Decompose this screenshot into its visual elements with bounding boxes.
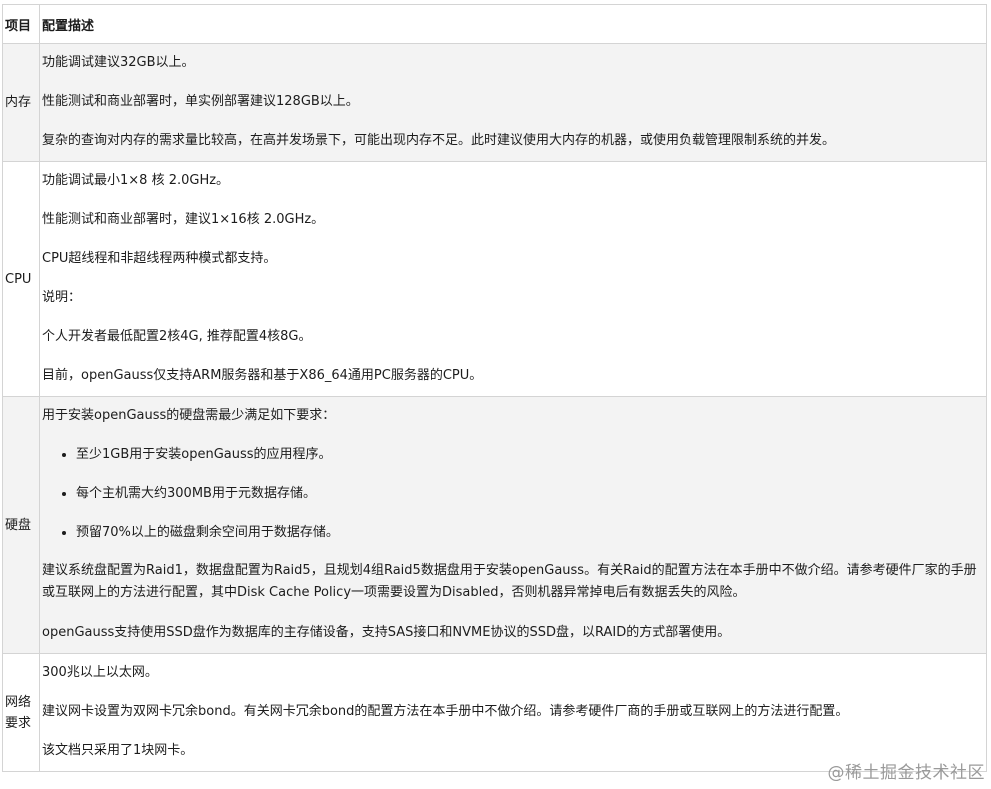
memory-para-1: 功能调试建议32GB以上。 [42,55,195,70]
row-label-network: 网络要求 [2,653,40,772]
table-row-cpu: CPU 功能调试最小1×8 核 2.0GHz。 性能测试和商业部署时，建议1×1… [2,161,987,397]
row-label-memory: 内存 [2,43,40,162]
watermark: @稀土掘金技术社区 [827,763,985,783]
list-item: 预留70%以上的磁盘剩余空间用于数据存储。 [76,514,982,553]
row-label-cpu: CPU [2,161,40,397]
table-row-disk: 硬盘 用于安装openGauss的硬盘需最少满足如下要求： 至少1GB用于安装o… [2,396,987,654]
memory-para-3: 复杂的查询对内存的需求量比较高，在高并发场景下，可能出现内存不足。此时建议使用大… [42,133,836,148]
disk-para-2: openGauss支持使用SSD盘作为数据库的主存储设备，支持SAS接口和NVM… [42,625,731,640]
table-header-row: 项目 配置描述 [2,4,987,44]
cpu-para-4: 说明： [42,290,82,305]
list-item: 每个主机需大约300MB用于元数据存储。 [76,475,982,514]
list-item: 至少1GB用于安装openGauss的应用程序。 [76,436,982,475]
document-page: 项目 配置描述 内存 功能调试建议32GB以上。 性能测试和商业部署时，单实例部… [2,4,987,772]
row-desc-memory: 功能调试建议32GB以上。 性能测试和商业部署时，单实例部署建议128GB以上。… [39,43,987,162]
disk-para-1: 建议系统盘配置为Raid1，数据盘配置为Raid5，且规划4组Raid5数据盘用… [42,563,977,600]
cpu-para-6: 目前，openGauss仅支持ARM服务器和基于X86_64通用PC服务器的CP… [42,368,483,383]
network-para-1: 300兆以上以太网。 [42,665,158,680]
row-desc-network: 300兆以上以太网。 建议网卡设置为双网卡冗余bond。有关网卡冗余bond的配… [39,653,987,772]
cpu-para-1: 功能调试最小1×8 核 2.0GHz。 [42,173,230,188]
table-row-memory: 内存 功能调试建议32GB以上。 性能测试和商业部署时，单实例部署建议128GB… [2,43,987,162]
header-description: 配置描述 [39,4,987,44]
cpu-para-3: CPU超线程和非超线程两种模式都支持。 [42,251,277,266]
disk-intro: 用于安装openGauss的硬盘需最少满足如下要求： [42,408,336,423]
row-desc-cpu: 功能调试最小1×8 核 2.0GHz。 性能测试和商业部署时，建议1×16核 2… [39,161,987,397]
memory-para-2: 性能测试和商业部署时，单实例部署建议128GB以上。 [42,94,359,109]
row-label-disk: 硬盘 [2,396,40,654]
header-item: 项目 [2,4,40,44]
network-para-2: 建议网卡设置为双网卡冗余bond。有关网卡冗余bond的配置方法在本手册中不做介… [42,704,849,719]
hardware-requirements-table: 项目 配置描述 内存 功能调试建议32GB以上。 性能测试和商业部署时，单实例部… [2,4,987,772]
table-row-network: 网络要求 300兆以上以太网。 建议网卡设置为双网卡冗余bond。有关网卡冗余b… [2,653,987,772]
cpu-para-5: 个人开发者最低配置2核4G, 推荐配置4核8G。 [42,329,312,344]
cpu-para-2: 性能测试和商业部署时，建议1×16核 2.0GHz。 [42,212,325,227]
disk-bullet-list: 至少1GB用于安装openGauss的应用程序。 每个主机需大约300MB用于元… [42,436,982,553]
row-desc-disk: 用于安装openGauss的硬盘需最少满足如下要求： 至少1GB用于安装open… [39,396,987,654]
